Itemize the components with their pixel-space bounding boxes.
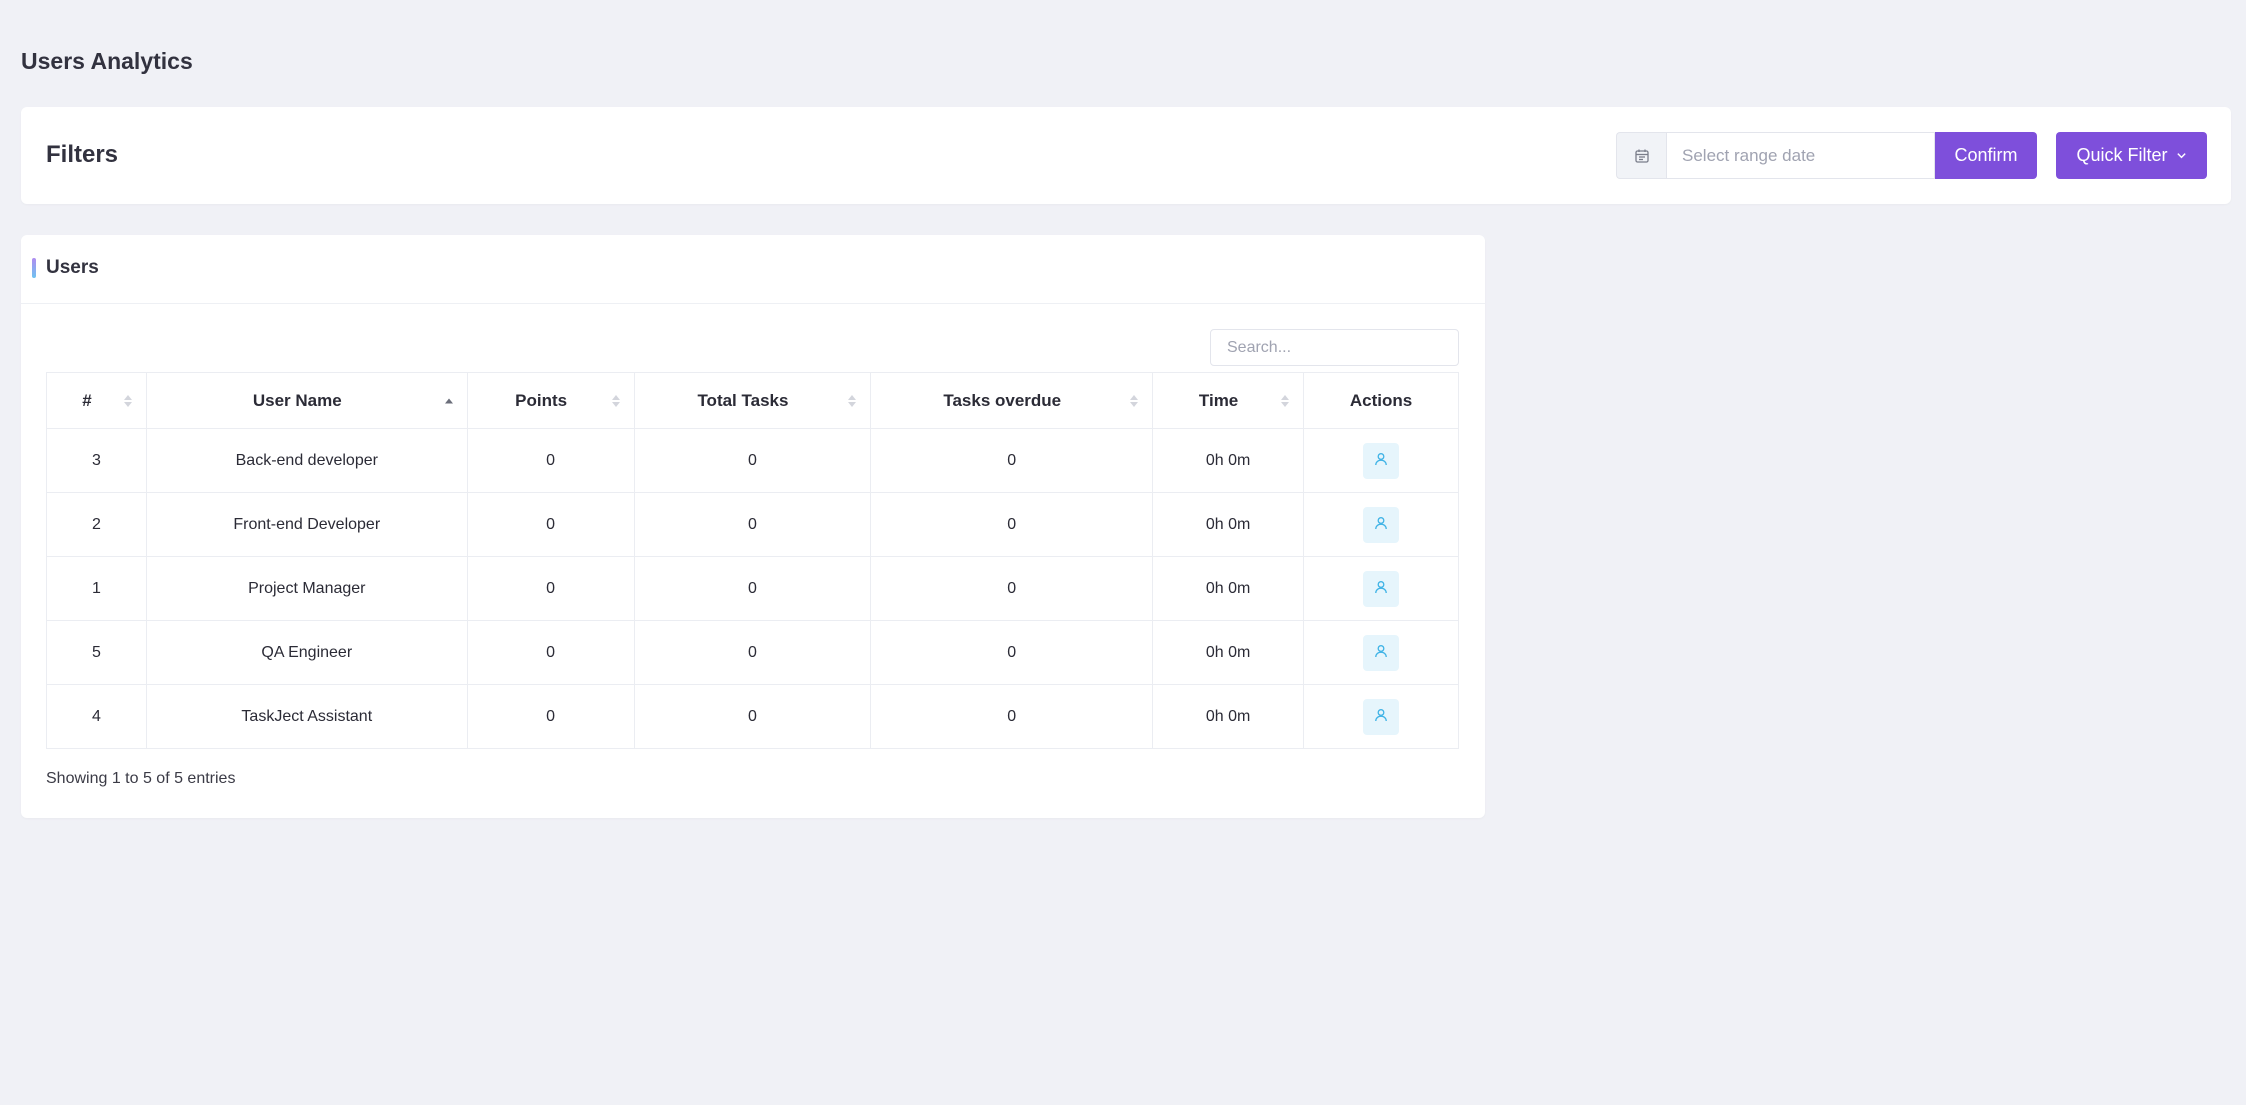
users-card: Users # User Name Points — [21, 235, 1485, 818]
cell-id: 4 — [46, 684, 147, 749]
confirm-button[interactable]: Confirm — [1935, 132, 2037, 179]
search-input[interactable] — [1210, 329, 1459, 366]
table-header-row: # User Name Points Total Tasks Tasks ove… — [46, 372, 1459, 429]
cell-total-tasks: 0 — [633, 556, 872, 621]
cell-id: 2 — [46, 492, 147, 557]
view-user-button[interactable] — [1363, 634, 1400, 671]
cell-user-name: Front-end Developer — [145, 492, 468, 557]
quick-filter-button[interactable]: Quick Filter — [2056, 132, 2207, 179]
view-user-button[interactable] — [1363, 698, 1400, 735]
cell-id: 3 — [46, 428, 147, 493]
table-row: 4 TaskJect Assistant 0 0 0 0h 0m — [46, 684, 1459, 749]
cell-tasks-overdue: 0 — [870, 684, 1154, 749]
cell-total-tasks: 0 — [633, 620, 872, 685]
cell-id: 5 — [46, 620, 147, 685]
column-header-total-tasks[interactable]: Total Tasks — [633, 372, 872, 429]
cell-actions — [1303, 492, 1459, 557]
sort-ascending-icon — [444, 398, 453, 403]
cell-points: 0 — [466, 556, 635, 621]
table-row: 1 Project Manager 0 0 0 0h 0m — [46, 556, 1459, 621]
cell-total-tasks: 0 — [633, 492, 872, 557]
cell-points: 0 — [466, 492, 635, 557]
cell-user-name: Back-end developer — [145, 428, 468, 493]
sort-icon — [611, 394, 620, 407]
cell-time: 0h 0m — [1152, 620, 1305, 685]
cell-time: 0h 0m — [1152, 684, 1305, 749]
cell-tasks-overdue: 0 — [870, 428, 1154, 493]
user-icon — [1374, 452, 1388, 469]
cell-actions — [1303, 684, 1459, 749]
cell-tasks-overdue: 0 — [870, 556, 1154, 621]
cell-tasks-overdue: 0 — [870, 620, 1154, 685]
cell-actions — [1303, 428, 1459, 493]
users-table: # User Name Points Total Tasks Tasks ove… — [46, 372, 1459, 749]
filters-title: Filters — [46, 141, 119, 168]
calendar-icon[interactable] — [1616, 132, 1666, 179]
cell-points: 0 — [466, 428, 635, 493]
cell-time: 0h 0m — [1152, 556, 1305, 621]
user-icon — [1374, 516, 1388, 533]
sort-icon — [1281, 394, 1290, 407]
cell-time: 0h 0m — [1152, 492, 1305, 557]
filters-card: Filters Confirm Quick Filter — [21, 107, 2231, 204]
accent-bar — [32, 258, 36, 278]
users-card-header: Users — [21, 235, 1485, 304]
column-header-time[interactable]: Time — [1152, 372, 1305, 429]
page-title: Users Analytics — [21, 48, 193, 74]
view-user-button[interactable] — [1363, 506, 1400, 543]
date-range-input[interactable] — [1666, 132, 1935, 179]
column-header-points[interactable]: Points — [466, 372, 635, 429]
table-row: 3 Back-end developer 0 0 0 0h 0m — [46, 428, 1459, 493]
cell-id: 1 — [46, 556, 147, 621]
column-header-id[interactable]: # — [46, 372, 147, 429]
cell-actions — [1303, 556, 1459, 621]
cell-user-name: TaskJect Assistant — [145, 684, 468, 749]
user-icon — [1374, 708, 1388, 725]
chevron-down-icon — [2176, 145, 2187, 166]
cell-tasks-overdue: 0 — [870, 492, 1154, 557]
entries-info: Showing 1 to 5 of 5 entries — [46, 770, 236, 787]
users-title: Users — [46, 257, 99, 278]
cell-points: 0 — [466, 620, 635, 685]
user-icon — [1374, 644, 1388, 661]
view-user-button[interactable] — [1363, 570, 1400, 607]
cell-actions — [1303, 620, 1459, 685]
cell-user-name: QA Engineer — [145, 620, 468, 685]
sort-icon — [123, 394, 132, 407]
cell-total-tasks: 0 — [633, 428, 872, 493]
sort-icon — [1130, 394, 1139, 407]
date-range-group: Confirm — [1616, 132, 2037, 179]
table-row: 5 QA Engineer 0 0 0 0h 0m — [46, 620, 1459, 685]
column-header-actions: Actions — [1303, 372, 1459, 429]
sort-icon — [848, 394, 857, 407]
cell-points: 0 — [466, 684, 635, 749]
cell-total-tasks: 0 — [633, 684, 872, 749]
quick-filter-label: Quick Filter — [2076, 145, 2168, 165]
user-icon — [1374, 580, 1388, 597]
column-header-tasks-overdue[interactable]: Tasks overdue — [870, 372, 1154, 429]
column-header-user-name[interactable]: User Name — [145, 372, 468, 429]
table-row: 2 Front-end Developer 0 0 0 0h 0m — [46, 492, 1459, 557]
cell-user-name: Project Manager — [145, 556, 468, 621]
view-user-button[interactable] — [1363, 442, 1400, 479]
cell-time: 0h 0m — [1152, 428, 1305, 493]
